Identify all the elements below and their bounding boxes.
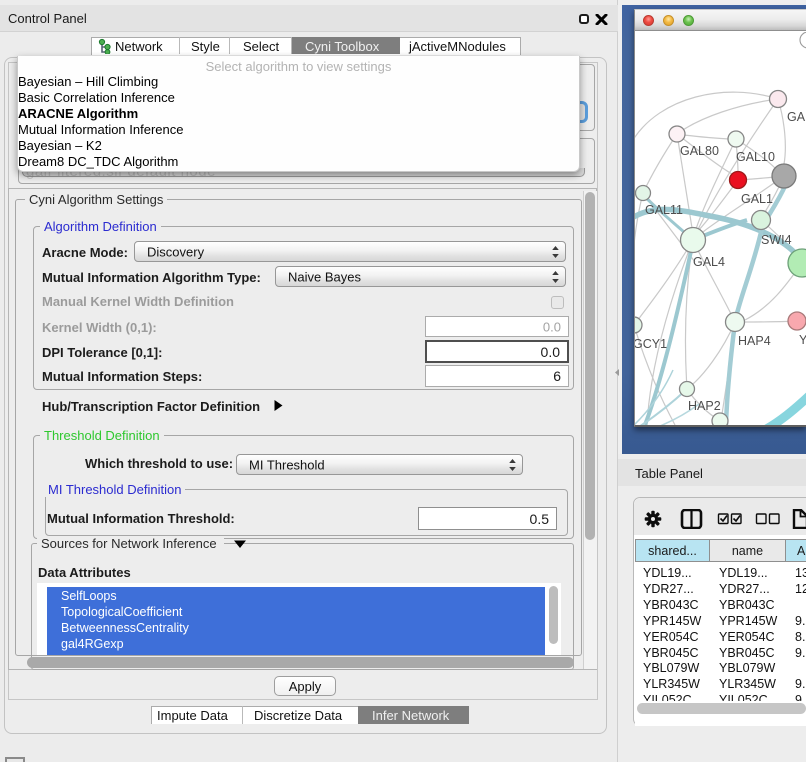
svg-text:GAL10: GAL10 [736, 150, 775, 164]
svg-text:HAP2: HAP2 [688, 399, 721, 413]
svg-text:GAL1: GAL1 [741, 192, 773, 206]
svg-text:HAP4: HAP4 [738, 334, 771, 348]
svg-text:GAL11: GAL11 [645, 203, 683, 217]
svg-text:GAL: GAL [787, 110, 806, 124]
svg-text:Y: Y [799, 333, 806, 347]
svg-text:GAL80: GAL80 [680, 144, 719, 158]
svg-text:SWI4: SWI4 [761, 233, 792, 247]
svg-text:GAL4: GAL4 [693, 255, 725, 269]
svg-text:GCY1: GCY1 [635, 337, 667, 351]
